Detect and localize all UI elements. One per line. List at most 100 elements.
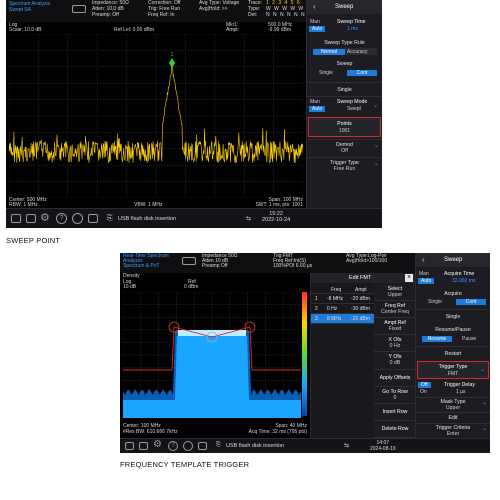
table-row[interactable]: 1 -8 MHz -20 dBm [311,294,374,304]
fmt-button-1[interactable]: Freq Ref Center Freq [374,301,416,319]
layout-icon[interactable] [125,442,134,450]
trigger-type-button[interactable]: Trigger Type Free Run ⌄ [307,157,382,175]
fmt-table[interactable]: Freq Ampt 1 -8 MHz -20 dBm 2 0 Hz -30 dBm 3 8 M… [311,286,374,324]
acquire-single[interactable]: Single [428,299,442,305]
acquire-toggle[interactable]: Single Cont [422,298,486,305]
rule-accuracy[interactable]: Accuracy [347,49,368,55]
trigger-delay-button[interactable]: Trigger Delay [444,382,475,388]
avghold-readout: Avg|Hold: >> [199,6,228,12]
trigger-criteria-button[interactable]: Trigger Criteria Enter ⌄ [416,423,490,438]
acq-man[interactable]: Man [419,271,429,277]
sweep-cont[interactable]: Cont [347,69,377,76]
col-ampt: Ampt [355,287,367,293]
cell-freq: 0 Hz [327,306,338,312]
poi-readout: 100%POI 6.60 µs [273,263,313,269]
fmt-button-5[interactable]: Apply Offsets [374,370,416,387]
table-header: Freq Ampt [311,286,374,294]
fmt-button-0[interactable]: Select Upper [374,284,416,302]
table-row[interactable]: 3 8 MHz -20 dBm [311,314,374,324]
cell-freq: 8 MHz [327,316,342,322]
clock-2: 14:07 2024-08-19 [370,440,396,452]
pause-option[interactable]: Pause [462,336,476,342]
ref-value: 0 dBm [184,284,199,290]
swtime-auto[interactable]: Auto [309,26,326,32]
resume-pause-label: Resume/Pause [435,327,471,333]
screenshot-icon[interactable] [26,214,36,223]
mask-type-button[interactable]: Mask Type Upper ⌄ [416,397,490,412]
edit-button[interactable]: Edit [416,412,490,423]
rule-normal[interactable]: Normal [313,48,345,55]
sweep-time-button[interactable]: Sweep Time [337,19,366,25]
marker-1-icon[interactable] [169,58,175,68]
acq-auto[interactable]: Auto [418,278,435,284]
cell-n: 2 [315,306,318,312]
mode-man[interactable]: Man [310,99,320,105]
resume-pause-toggle[interactable]: Resume Pause [422,335,486,342]
trigger-criteria-value: Enter [446,431,460,437]
chevron-down-icon: ⌄ [373,143,379,149]
fmt-button-3[interactable]: X Ofs 0 Hz [374,335,416,353]
fmt-button-4[interactable]: Y Ofs 0 dB [374,352,416,370]
spectrum-plot[interactable]: Log Scale: 10.0 dB Ref Lel: 0.00 dBm Mkr… [6,22,306,208]
back-icon[interactable]: ‹ [313,2,316,11]
swtime-man[interactable]: Man [310,19,320,25]
acquire-cont[interactable]: Cont [456,298,486,305]
clock: 15:22 2022-10-24 [262,211,290,223]
close-icon[interactable]: × [405,274,413,282]
dialog-buttons: Select Upper Freq Ref Center Freq Ampt Ref Fi… [374,284,416,438]
single-button-2[interactable]: Single [416,309,490,323]
delay-on[interactable]: On [420,389,427,395]
fmt-button-value: 0 Hz [389,343,401,350]
sweep-type-rule-toggle[interactable]: Normal Accuracy [313,48,377,55]
menu-header-2: ‹ Sweep [416,253,490,267]
sweep-toggle[interactable]: Single Cont [313,69,377,76]
mode-auto[interactable]: Auto [309,106,326,112]
resume-option[interactable]: Resume [422,335,452,342]
settings-icon[interactable]: ⚙ [153,439,162,450]
restart-button[interactable]: Restart [416,346,490,360]
fmt-button-7[interactable]: Insert Row [374,404,416,421]
sweep-mode-button[interactable]: Sweep Mode [337,99,367,105]
acquire-time-button[interactable]: Acquire Time [444,271,474,277]
screenshot-icon[interactable] [139,442,148,450]
files-icon[interactable] [198,442,207,450]
chevron-down-icon: ⌄ [481,400,487,406]
sweep-point-screen: Spectrum Analysis Swept SA Impedance: 50… [6,0,382,228]
view-title[interactable]: Spectrum & PvT [123,263,159,270]
dialog-header: Edit FMT × [311,273,415,283]
ampt-label: Ampt: [226,27,240,33]
back-icon[interactable]: ‹ [422,255,425,264]
table-row[interactable]: 2 0 Hz -30 dBm [311,304,374,314]
fmt-button-2[interactable]: Ampt Ref Fixed [374,318,416,336]
rbw-value-2: #Res BW: 610.666 7kHz [123,429,178,435]
points-label: Points [337,121,352,127]
acquire-time-value: 32.002 ms [452,278,476,284]
preamp-readout: Preamp: Off [92,12,119,18]
demod-button[interactable]: Demod Off ⌄ [307,139,382,157]
menu-header: ‹ Sweep [307,0,382,14]
swap-icon[interactable] [182,257,196,265]
layout-icon[interactable] [11,214,21,223]
points-button[interactable]: Points 1001 [308,117,381,137]
fmt-button-6[interactable]: Go To Row 0 [374,387,416,404]
cell-freq: -8 MHz [327,296,344,302]
help-icon[interactable]: ? [56,213,67,224]
swap-icon[interactable] [72,5,86,13]
help-icon[interactable]: ? [168,441,178,451]
settings-icon[interactable]: ⚙ [40,211,50,224]
mode-subtitle[interactable]: Swept SA [9,7,31,14]
scale-value: Scale: 10.0 dB [9,27,42,33]
files-icon[interactable] [88,214,98,223]
fmt-button-8[interactable]: Delete Row [374,421,416,438]
fmt-button-value: 0 dB [389,360,401,367]
sweep-single[interactable]: Single [319,70,333,76]
acq-time-value: Acq Time: 32 ms (795 pts) [248,429,307,435]
det-label: Det: [248,12,258,18]
single-button[interactable]: Single [307,82,382,96]
trigger-type-button-2[interactable]: Trigger Type FMT ⌄ [417,361,489,379]
density-plot[interactable]: Density Log 10 dB Ref 0 dBm Center: 100 … [120,273,310,438]
usb-icon: ⎘ [107,215,113,222]
power-icon[interactable] [183,441,193,451]
power-icon[interactable] [72,213,83,224]
delay-off[interactable]: Off [418,382,431,388]
